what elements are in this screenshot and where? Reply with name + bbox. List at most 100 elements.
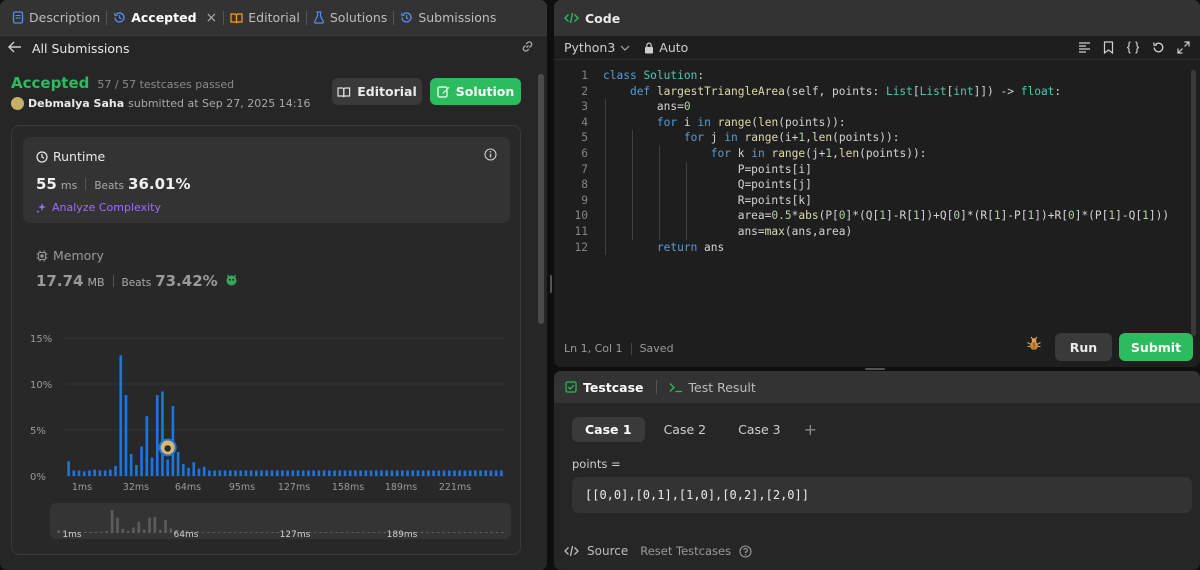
histogram-bar[interactable] — [307, 470, 310, 476]
tab-editorial[interactable]: Editorial — [224, 0, 306, 36]
histogram-bar[interactable] — [291, 470, 295, 476]
histogram-bar[interactable] — [187, 467, 190, 476]
code-line[interactable]: 4 for i in range(len(points)): — [554, 114, 1200, 131]
code-line[interactable]: 8 Q=points[j] — [554, 177, 1200, 193]
solution-button[interactable]: Solution — [430, 78, 521, 105]
histogram-bar[interactable] — [359, 470, 362, 476]
histogram-bar[interactable] — [208, 470, 211, 476]
histogram-bar[interactable] — [494, 470, 498, 476]
source-button[interactable]: Source — [587, 544, 628, 558]
histogram-bar[interactable] — [453, 470, 456, 476]
histogram-bar[interactable] — [119, 355, 123, 476]
histogram-bar[interactable] — [390, 470, 394, 476]
histogram-bar[interactable] — [301, 470, 305, 476]
tab-accepted[interactable]: Accepted × — [107, 0, 223, 36]
runtime-card[interactable]: Runtime 55 ms Beats 36.01% Analyze Compl… — [23, 137, 510, 223]
editorial-button[interactable]: Editorial — [332, 78, 422, 105]
histogram-bar[interactable] — [155, 395, 159, 476]
tab-test-result[interactable]: Test Result — [689, 380, 756, 395]
code-line[interactable]: 6 for k in range(j+1,len(points)): — [554, 145, 1200, 162]
histogram-bar[interactable] — [322, 470, 326, 476]
run-button[interactable]: Run — [1055, 333, 1112, 361]
histogram-bar[interactable] — [265, 470, 269, 476]
auto-mode[interactable]: Auto — [644, 40, 688, 55]
case-tab-2[interactable]: Case 2 — [651, 417, 720, 442]
histogram-bar[interactable] — [135, 464, 138, 476]
histogram-bar[interactable] — [369, 470, 373, 476]
histogram-bar[interactable] — [82, 471, 86, 476]
histogram-bar[interactable] — [166, 459, 169, 476]
histogram-bar[interactable] — [197, 468, 201, 476]
histogram-bar[interactable] — [447, 470, 451, 476]
memory-title[interactable]: Memory — [36, 248, 104, 263]
code-editor[interactable]: 1 class Solution: 2 def largestTriangleAre… — [554, 68, 1200, 288]
expand-icon[interactable] — [1177, 41, 1190, 54]
histogram-bar[interactable] — [67, 461, 70, 476]
histogram-bar[interactable] — [260, 470, 263, 476]
histogram-bar[interactable] — [500, 470, 503, 476]
histogram-bar[interactable] — [463, 470, 467, 476]
code-line[interactable]: 2 def largestTriangleArea(self, points: … — [554, 84, 1200, 100]
all-submissions-link[interactable]: All Submissions — [32, 41, 130, 56]
braces-icon[interactable] — [1126, 41, 1140, 54]
histogram-bar[interactable] — [416, 470, 420, 476]
tab-description[interactable]: Description — [6, 0, 106, 36]
histogram-bar[interactable] — [479, 470, 482, 476]
histogram-bar[interactable] — [223, 470, 227, 476]
histogram-bar[interactable] — [411, 470, 415, 476]
histogram-bar[interactable] — [114, 465, 117, 476]
histogram-bar[interactable] — [98, 470, 102, 476]
histogram-bar[interactable] — [401, 470, 404, 476]
scrollbar[interactable] — [538, 74, 544, 324]
runtime-histogram[interactable]: 15% 10% 5% 0% 1ms 32ms 64ms 95ms 127ms 158ms 189ms… — [26, 326, 506, 496]
histogram-bar[interactable] — [103, 470, 107, 476]
editor-scrollbar[interactable] — [1191, 70, 1196, 336]
histogram-bar[interactable] — [255, 470, 258, 476]
histogram-bar[interactable] — [270, 470, 274, 476]
bug-icon[interactable] — [1026, 336, 1042, 355]
histogram-bar[interactable] — [442, 470, 446, 476]
case-tab-1[interactable]: Case 1 — [572, 417, 645, 442]
code-line[interactable]: 3 ans=0 — [554, 99, 1200, 115]
histogram-bar[interactable] — [93, 469, 96, 476]
histogram-bar[interactable] — [176, 452, 180, 476]
histogram-bar[interactable] — [348, 470, 352, 476]
histogram-bar[interactable] — [406, 470, 409, 476]
histogram-bar[interactable] — [140, 446, 143, 476]
histogram-bar[interactable] — [333, 470, 336, 476]
submit-button[interactable]: Submit — [1119, 333, 1193, 361]
histogram-bar[interactable] — [354, 470, 357, 476]
histogram-bar[interactable] — [281, 470, 284, 476]
histogram-bar[interactable] — [161, 391, 164, 476]
histogram-bar[interactable] — [380, 470, 383, 476]
histogram-bar[interactable] — [458, 470, 461, 476]
histogram-bar[interactable] — [239, 470, 242, 476]
histogram-bar[interactable] — [317, 470, 321, 476]
histogram-bar[interactable] — [312, 470, 315, 476]
help-icon[interactable] — [739, 544, 752, 558]
histogram-bar[interactable] — [228, 470, 232, 476]
histogram-bar[interactable] — [484, 470, 488, 476]
avatar-marker[interactable] — [158, 438, 177, 457]
avatar[interactable] — [11, 97, 24, 110]
histogram-bar[interactable] — [129, 453, 133, 476]
histogram-bar[interactable] — [77, 470, 81, 476]
histogram-bar[interactable] — [286, 470, 289, 476]
histogram-bar[interactable] — [474, 470, 477, 476]
tab-testcase[interactable]: Testcase — [583, 380, 644, 395]
histogram-bar[interactable] — [364, 470, 368, 476]
info-icon[interactable] — [484, 148, 497, 164]
code-line[interactable]: 11 ans=max(ans,area) — [554, 223, 1200, 240]
add-case-icon[interactable]: + — [804, 420, 817, 439]
code-line[interactable]: 12 return ans — [554, 239, 1200, 256]
analyze-complexity-link[interactable]: Analyze Complexity — [36, 201, 161, 214]
arrow-left-icon[interactable] — [8, 39, 26, 57]
histogram-bar[interactable] — [468, 470, 472, 476]
reset-icon[interactable] — [1152, 41, 1165, 54]
author-name[interactable]: Debmalya Saha — [28, 97, 124, 110]
histogram-bar[interactable] — [234, 470, 237, 476]
histogram-bar[interactable] — [192, 462, 196, 476]
histogram-bar[interactable] — [109, 469, 112, 476]
histogram-bar[interactable] — [218, 470, 222, 476]
histogram-bar[interactable] — [244, 470, 248, 476]
